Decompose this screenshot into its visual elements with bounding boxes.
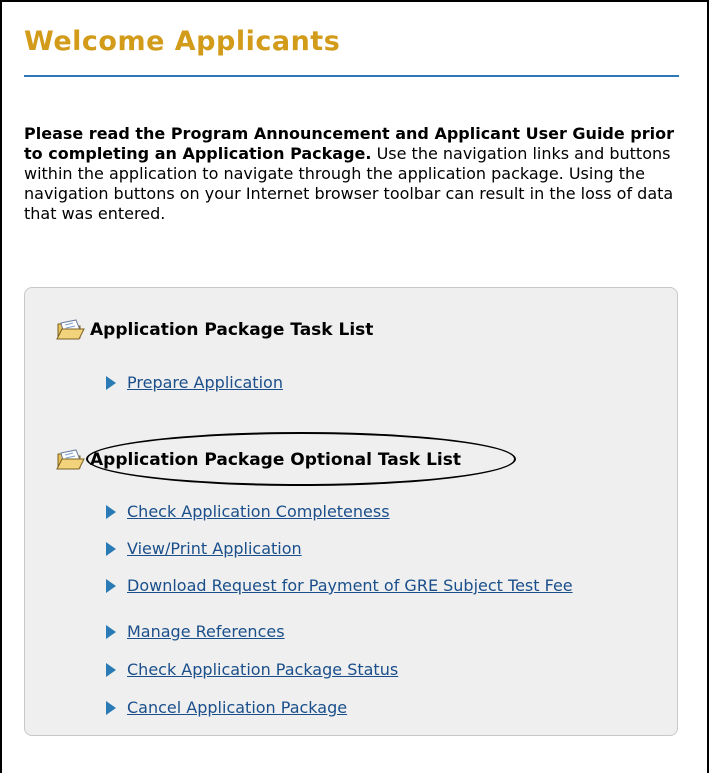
task-item-cancel[interactable]: Cancel Application Package (106, 698, 347, 718)
task-item-check-completeness[interactable]: Check Application Completeness (106, 502, 390, 522)
triangle-arrow-icon (106, 625, 116, 639)
task-list-header-label: Application Package Task List (90, 320, 374, 340)
page-title: Welcome Applicants (24, 26, 341, 57)
task-item-view-print[interactable]: View/Print Application (106, 539, 302, 559)
triangle-arrow-icon (106, 663, 116, 677)
check-application-package-status-link[interactable]: Check Application Package Status (127, 660, 398, 680)
download-gre-fee-request-link[interactable]: Download Request for Payment of GRE Subj… (127, 576, 647, 596)
title-divider (24, 75, 679, 77)
open-folder-icon (56, 449, 85, 470)
task-item-download-gre[interactable]: Download Request for Payment of GRE Subj… (106, 576, 647, 596)
optional-task-list-header-label: Application Package Optional Task List (90, 450, 461, 470)
prepare-application-link[interactable]: Prepare Application (127, 373, 283, 393)
task-item-prepare-application[interactable]: Prepare Application (106, 373, 283, 393)
task-item-manage-references[interactable]: Manage References (106, 622, 285, 642)
intro-text: Please read the Program Announcement and… (24, 124, 684, 224)
triangle-arrow-icon (106, 505, 116, 519)
task-list-header: Application Package Task List (56, 318, 373, 342)
triangle-arrow-icon (106, 542, 116, 556)
triangle-arrow-icon (106, 701, 116, 715)
view-print-application-link[interactable]: View/Print Application (127, 539, 302, 559)
cancel-application-package-link[interactable]: Cancel Application Package (127, 698, 347, 718)
triangle-arrow-icon (106, 579, 116, 593)
optional-task-list-header: Application Package Optional Task List (56, 448, 461, 472)
open-folder-icon (56, 319, 85, 340)
manage-references-link[interactable]: Manage References (127, 622, 285, 642)
check-application-completeness-link[interactable]: Check Application Completeness (127, 502, 390, 522)
task-item-check-status[interactable]: Check Application Package Status (106, 660, 398, 680)
triangle-arrow-icon (106, 376, 116, 390)
